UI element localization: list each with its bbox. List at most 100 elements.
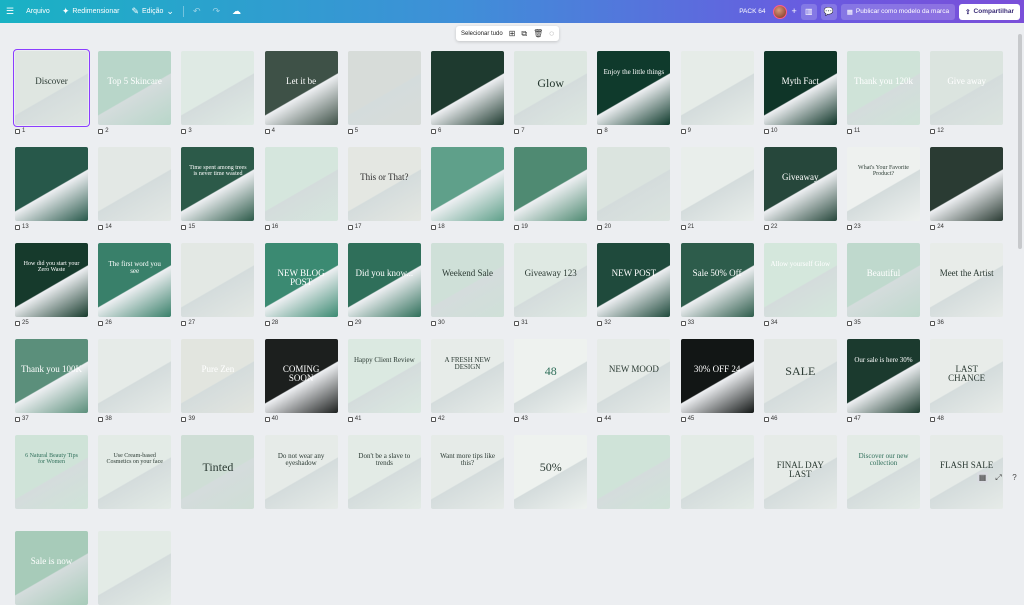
page-select-checkbox[interactable] — [930, 225, 935, 230]
page-select-checkbox[interactable] — [181, 417, 186, 422]
help-icon[interactable]: ? — [1009, 472, 1020, 483]
page-select-checkbox[interactable] — [930, 129, 935, 134]
page-thumbnail[interactable]: Giveaway — [764, 147, 837, 221]
insights-button[interactable]: ▥ — [801, 4, 817, 20]
page-select-checkbox[interactable] — [348, 321, 353, 326]
page-thumbnail[interactable] — [181, 51, 254, 125]
page-thumbnail[interactable]: 50% — [514, 435, 587, 509]
page-thumbnail[interactable] — [265, 147, 338, 221]
publish-brand-template-button[interactable]: ▦Publicar como modelo da marca — [841, 4, 955, 20]
page-thumbnail[interactable] — [431, 51, 504, 125]
page-select-checkbox[interactable] — [681, 129, 686, 134]
page-thumbnail[interactable]: Give away — [930, 51, 1003, 125]
page-thumbnail[interactable]: NEW BLOG POST — [265, 243, 338, 317]
page-select-checkbox[interactable] — [847, 321, 852, 326]
page-thumbnail[interactable] — [431, 147, 504, 221]
page-thumbnail[interactable]: LAST CHANCE — [930, 339, 1003, 413]
page-select-checkbox[interactable] — [15, 321, 20, 326]
page-select-checkbox[interactable] — [181, 225, 186, 230]
page-thumbnail[interactable]: Let it be — [265, 51, 338, 125]
page-select-checkbox[interactable] — [348, 129, 353, 134]
add-collaborator-icon[interactable]: + — [791, 7, 796, 16]
page-select-checkbox[interactable] — [181, 129, 186, 134]
page-thumbnail[interactable]: Pure Zen — [181, 339, 254, 413]
page-select-checkbox[interactable] — [930, 417, 935, 422]
page-thumbnail[interactable]: Happy Client Review — [348, 339, 421, 413]
file-menu[interactable]: Arquivo — [20, 0, 56, 23]
page-thumbnail[interactable]: Thank you 100K — [15, 339, 88, 413]
page-thumbnail[interactable] — [348, 51, 421, 125]
page-thumbnail[interactable]: 48 — [514, 339, 587, 413]
page-select-checkbox[interactable] — [431, 225, 436, 230]
page-select-checkbox[interactable] — [348, 417, 353, 422]
page-thumbnail[interactable]: NEW POST — [597, 243, 670, 317]
page-select-checkbox[interactable] — [764, 321, 769, 326]
page-select-checkbox[interactable] — [265, 417, 270, 422]
select-all-button[interactable]: Selecionar tudo — [461, 31, 503, 37]
page-select-checkbox[interactable] — [930, 321, 935, 326]
page-select-checkbox[interactable] — [764, 225, 769, 230]
cloud-save-button[interactable]: ☁ — [226, 0, 247, 23]
redo-button[interactable]: ↷ — [207, 0, 227, 23]
comments-button[interactable]: 💬 — [821, 4, 837, 20]
page-select-checkbox[interactable] — [265, 225, 270, 230]
page-select-checkbox[interactable] — [847, 225, 852, 230]
page-select-checkbox[interactable] — [431, 417, 436, 422]
page-thumbnail[interactable] — [98, 531, 171, 605]
page-thumbnail[interactable] — [681, 435, 754, 509]
edit-menu[interactable]: ✎Edição⌄ — [125, 0, 180, 23]
trash-icon[interactable]: 🗑 — [533, 29, 543, 38]
page-select-checkbox[interactable] — [431, 129, 436, 134]
page-thumbnail[interactable] — [514, 147, 587, 221]
page-thumbnail[interactable]: Glow — [514, 51, 587, 125]
page-select-checkbox[interactable] — [265, 129, 270, 134]
grid-view-icon[interactable]: ▦ — [977, 472, 988, 483]
page-select-checkbox[interactable] — [597, 225, 602, 230]
page-select-checkbox[interactable] — [98, 321, 103, 326]
avatar[interactable] — [773, 5, 787, 19]
page-thumbnail[interactable]: Discover our new collection — [847, 435, 920, 509]
scrollbar[interactable] — [1018, 34, 1022, 249]
page-thumbnail[interactable]: Sale is now — [15, 531, 88, 605]
page-select-checkbox[interactable] — [514, 225, 519, 230]
page-thumbnail[interactable] — [181, 243, 254, 317]
resize-button[interactable]: ✦Redimensionar — [56, 0, 126, 23]
page-select-checkbox[interactable] — [514, 417, 519, 422]
page-select-checkbox[interactable] — [431, 321, 436, 326]
page-thumbnail[interactable] — [597, 435, 670, 509]
page-thumbnail[interactable]: A FRESH NEW DESIGN — [431, 339, 504, 413]
page-select-checkbox[interactable] — [597, 129, 602, 134]
page-select-checkbox[interactable] — [597, 417, 602, 422]
page-thumbnail[interactable] — [98, 147, 171, 221]
page-select-checkbox[interactable] — [847, 129, 852, 134]
page-select-checkbox[interactable] — [98, 417, 103, 422]
page-thumbnail[interactable]: FINAL DAY LAST — [764, 435, 837, 509]
duplicate-icon[interactable]: ⧉ — [521, 29, 527, 39]
page-thumbnail[interactable]: COMING SOON — [265, 339, 338, 413]
page-thumbnail[interactable]: Tinted — [181, 435, 254, 509]
page-thumbnail[interactable]: Allow yourself Glow — [764, 243, 837, 317]
add-page-icon[interactable]: ⊞ — [509, 29, 516, 38]
expand-icon[interactable]: ⤢ — [993, 472, 1004, 483]
page-select-checkbox[interactable] — [847, 417, 852, 422]
page-thumbnail[interactable]: NEW MOOD — [597, 339, 670, 413]
page-thumbnail[interactable]: How did you start your Zero Waste — [15, 243, 88, 317]
page-thumbnail[interactable]: Our sale is here 30% — [847, 339, 920, 413]
page-thumbnail[interactable]: Meet the Artist — [930, 243, 1003, 317]
page-select-checkbox[interactable] — [15, 129, 20, 134]
page-thumbnail[interactable] — [681, 147, 754, 221]
page-thumbnail[interactable]: 30% OFF 24 — [681, 339, 754, 413]
page-thumbnail[interactable]: Discover — [15, 51, 88, 125]
page-select-checkbox[interactable] — [681, 321, 686, 326]
page-select-checkbox[interactable] — [15, 225, 20, 230]
page-select-checkbox[interactable] — [681, 417, 686, 422]
page-select-checkbox[interactable] — [514, 129, 519, 134]
page-thumbnail[interactable]: Time spent among trees is never time was… — [181, 147, 254, 221]
page-thumbnail[interactable] — [681, 51, 754, 125]
page-thumbnail[interactable]: Do not wear any eyeshadow — [265, 435, 338, 509]
page-thumbnail[interactable]: Enjoy the little things — [597, 51, 670, 125]
page-thumbnail[interactable]: SALE — [764, 339, 837, 413]
page-thumbnail[interactable]: The first word you see — [98, 243, 171, 317]
page-thumbnail[interactable] — [597, 147, 670, 221]
page-thumbnail[interactable] — [15, 147, 88, 221]
